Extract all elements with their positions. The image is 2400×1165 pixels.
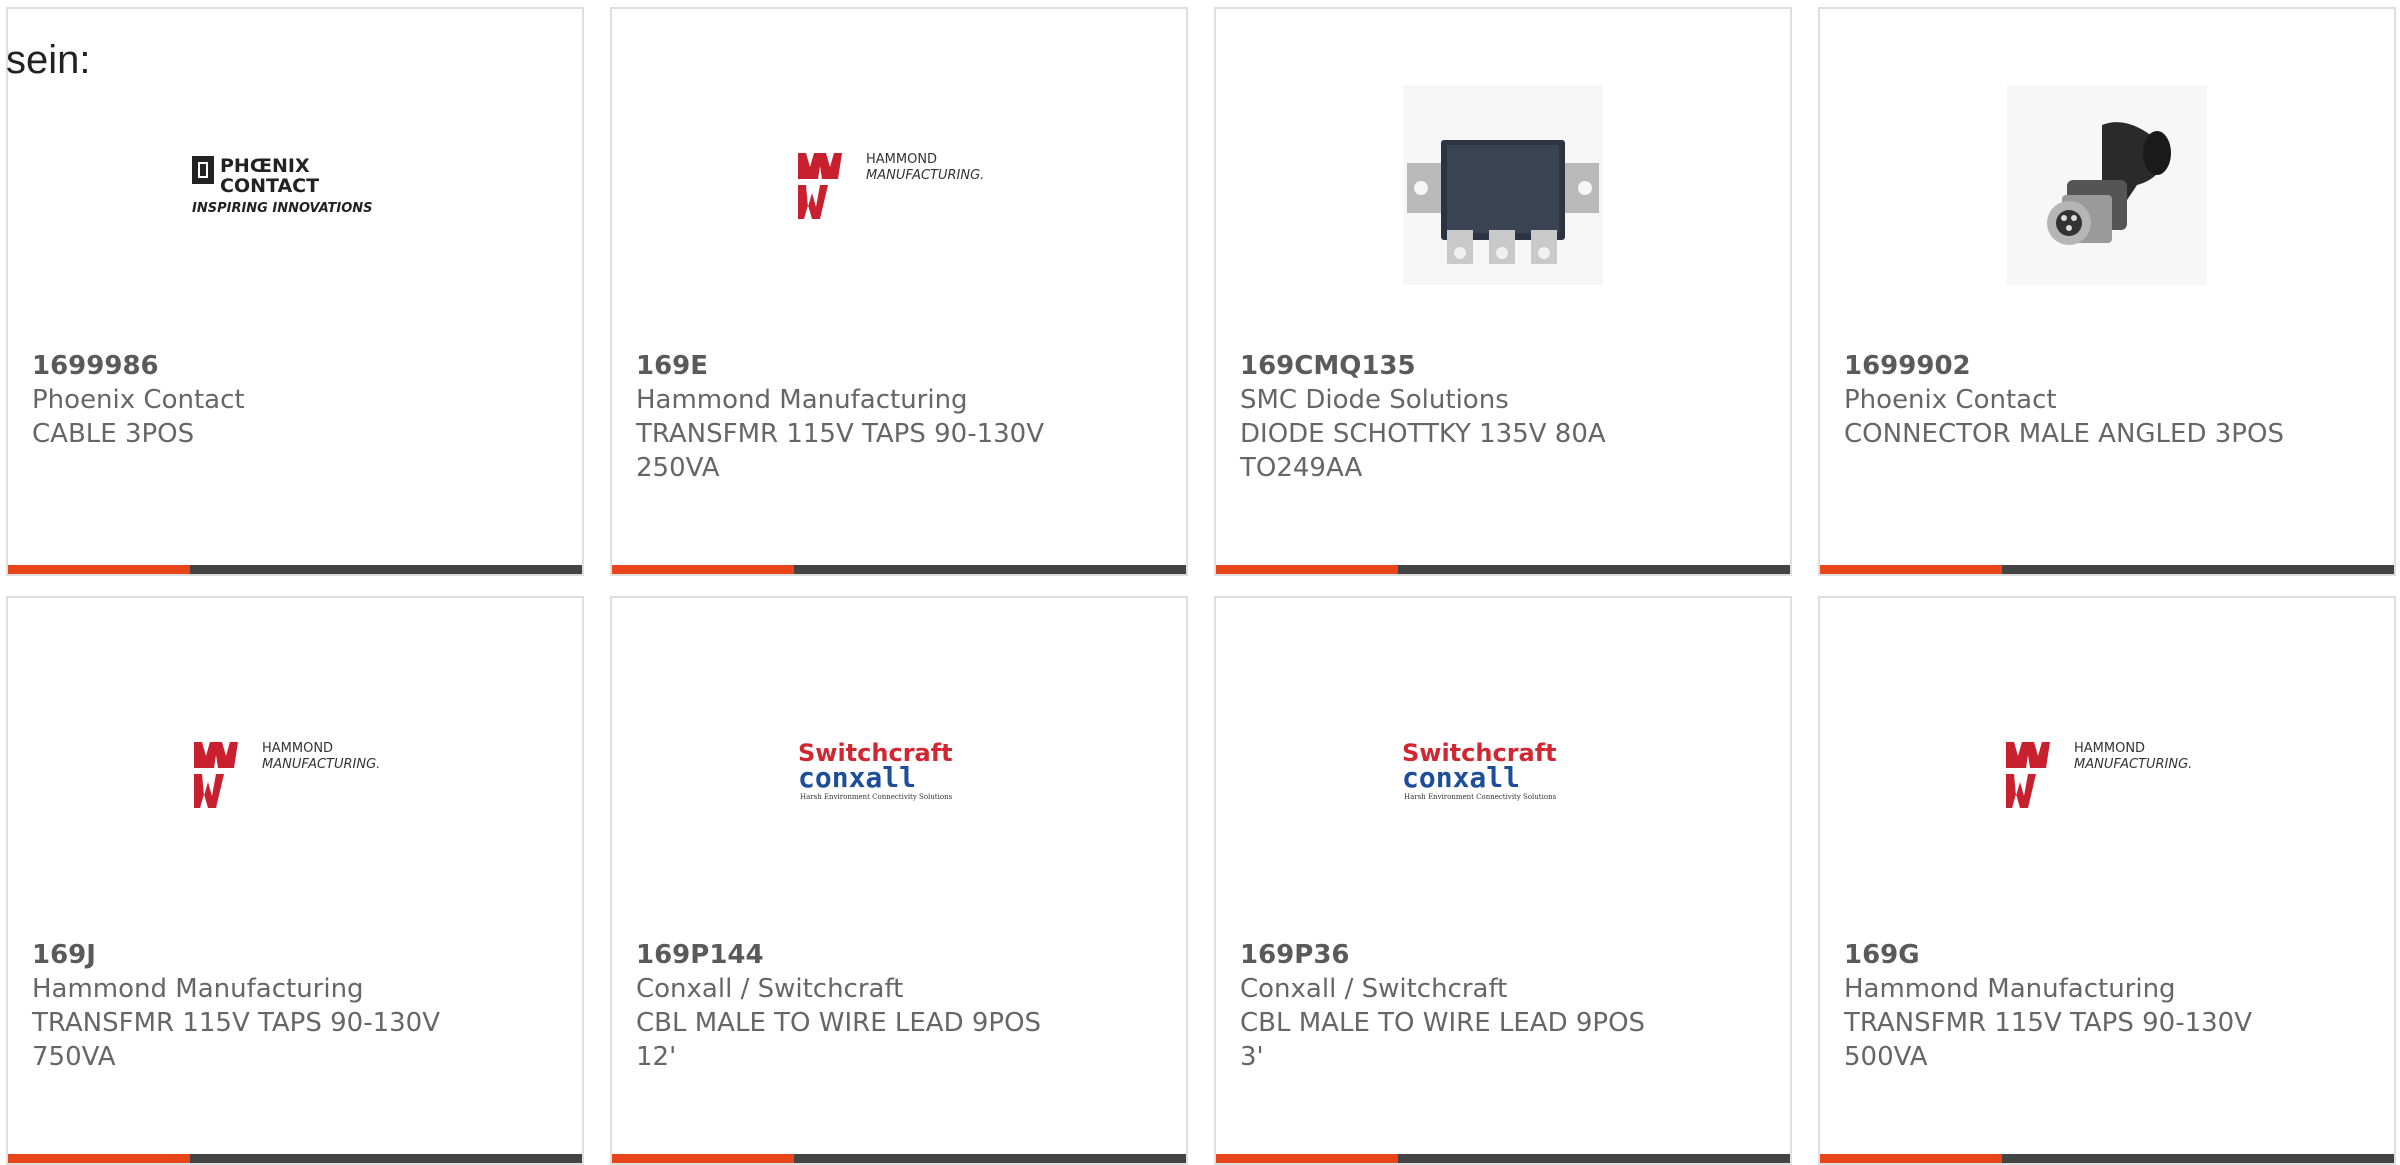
card-footer-bar [612,565,1186,574]
manufacturer: Phoenix Contact [1844,385,2057,415]
description: TRANSFMR 115V TAPS 90-130V 750VA [32,1008,441,1072]
description: DIODE SCHOTTKY 135V 80A TO249AA [1240,419,1606,483]
description: TRANSFMR 115V TAPS 90-130V 250VA [636,419,1045,483]
product-card[interactable]: Switchcraft conxall Harsh Environment Co… [1214,596,1792,1165]
card-footer-bar [8,565,582,574]
hammond-logo: HAMMOND MANUFACTURING. [2006,741,2192,808]
diode-module-photo [1403,85,1603,285]
part-number[interactable]: 169P144 [636,938,1162,972]
svg-text:Harsh Environment Connectivity: Harsh Environment Connectivity Solutions [1404,793,1557,801]
part-number[interactable]: 169CMQ135 [1240,349,1766,383]
part-number[interactable]: 1699902 [1844,349,2370,383]
svg-text:HAMMOND: HAMMOND [2074,741,2145,756]
svg-text:CONTACT: CONTACT [220,175,319,197]
description: CONNECTOR MALE ANGLED 3POS [1844,419,2284,449]
svg-text:HAMMOND: HAMMOND [262,741,333,756]
manufacturer: Conxall / Switchcraft [636,974,904,1004]
description: CBL MALE TO WIRE LEAD 9POS 12' [636,1008,1042,1072]
svg-text:Harsh Environment Connectivity: Harsh Environment Connectivity Solutions [800,793,953,801]
product-image[interactable]: PHŒNIX CONTACT INSPIRING INNOVATIONS [8,75,582,295]
product-image[interactable]: Switchcraft conxall Harsh Environment Co… [1216,664,1790,884]
svg-text:MANUFACTURING.: MANUFACTURING. [866,168,984,183]
product-card[interactable]: 169CMQ135 SMC Diode Solutions DIODE SCHO… [1214,7,1792,576]
product-image[interactable] [1216,75,1790,295]
intro-text: sein: [6,38,91,82]
product-card[interactable]: PHŒNIX CONTACT INSPIRING INNOVATIONS 169… [6,7,584,576]
part-number[interactable]: 169J [32,938,558,972]
card-footer-bar [612,1154,1186,1163]
manufacturer: Conxall / Switchcraft [1240,974,1508,1004]
product-card[interactable]: HAMMOND MANUFACTURING. 169E Hammond Manu… [610,7,1188,576]
part-number[interactable]: 169E [636,349,1162,383]
product-card[interactable]: HAMMOND MANUFACTURING. 169G Hammond Manu… [1818,596,2396,1165]
switchcraft-conxall-logo: Switchcraft conxall Harsh Environment Co… [1402,739,1557,801]
card-footer-bar [1216,565,1790,574]
svg-text:MANUFACTURING.: MANUFACTURING. [262,757,380,772]
product-card[interactable]: HAMMOND MANUFACTURING. 169J Hammond Manu… [6,596,584,1165]
description: TRANSFMR 115V TAPS 90-130V 500VA [1844,1008,2253,1072]
description: CBL MALE TO WIRE LEAD 9POS 3' [1240,1008,1646,1072]
card-footer-bar [1820,1154,2394,1163]
product-image[interactable]: HAMMOND MANUFACTURING. [1820,664,2394,884]
svg-text:HAMMOND: HAMMOND [866,152,937,167]
product-image[interactable]: Switchcraft conxall Harsh Environment Co… [612,664,1186,884]
product-image[interactable]: HAMMOND MANUFACTURING. [612,75,1186,295]
svg-text:conxall: conxall [1402,761,1520,794]
card-footer-bar [1216,1154,1790,1163]
manufacturer: SMC Diode Solutions [1240,385,1509,415]
manufacturer: Hammond Manufacturing [1844,974,2176,1004]
part-number[interactable]: 169G [1844,938,2370,972]
manufacturer: Hammond Manufacturing [32,974,364,1004]
card-footer-bar [8,1154,582,1163]
product-image[interactable]: HAMMOND MANUFACTURING. [8,664,582,884]
svg-text:INSPIRING INNOVATIONS: INSPIRING INNOVATIONS [192,201,373,216]
svg-text:PHŒNIX: PHŒNIX [220,155,310,177]
part-number[interactable]: 1699986 [32,349,558,383]
manufacturer: Phoenix Contact [32,385,245,415]
card-footer-bar [1820,565,2394,574]
hammond-logo: HAMMOND MANUFACTURING. [194,741,380,808]
product-card[interactable]: Switchcraft conxall Harsh Environment Co… [610,596,1188,1165]
part-number[interactable]: 169P36 [1240,938,1766,972]
phoenix-contact-logo: PHŒNIX CONTACT INSPIRING INNOVATIONS [192,155,373,216]
svg-text:conxall: conxall [798,761,916,794]
svg-text:MANUFACTURING.: MANUFACTURING. [2074,757,2192,772]
description: CABLE 3POS [32,419,195,449]
switchcraft-conxall-logo: Switchcraft conxall Harsh Environment Co… [798,739,953,801]
product-card[interactable]: 1699902 Phoenix Contact CONNECTOR MALE A… [1818,7,2396,576]
manufacturer: Hammond Manufacturing [636,385,968,415]
product-grid: PHŒNIX CONTACT INSPIRING INNOVATIONS 169… [6,7,2400,1165]
hammond-logo: HAMMOND MANUFACTURING. [798,152,984,219]
angled-connector-photo [2007,85,2207,285]
product-image[interactable] [1820,75,2394,295]
